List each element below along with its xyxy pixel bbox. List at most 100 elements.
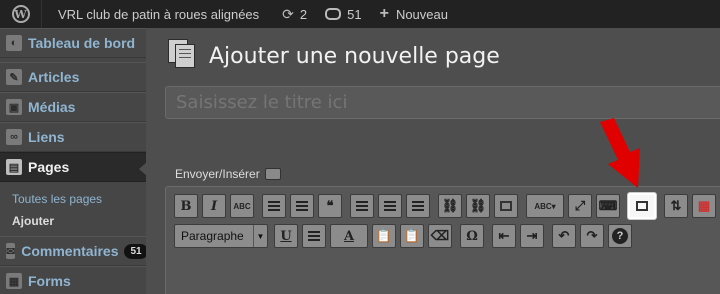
content-editor[interactable]: B I ABC ❝ ⛓ ⛓ ABC▾ ⤢ ⌨ ⇅ ▦ Paragraphe ▼ … <box>165 186 720 294</box>
submenu-all-pages[interactable]: Toutes les pages <box>12 192 102 206</box>
sidebar-item-label: Forms <box>28 273 71 289</box>
chain-link-icon: ⛓ <box>441 198 459 213</box>
arrows-icon: ⇅ <box>670 198 682 213</box>
spellcheck-button[interactable]: ABC▾ <box>526 194 564 218</box>
media-icon: ▣ <box>6 99 22 115</box>
color-grid-icon: ▦ <box>697 198 711 213</box>
paste-text-button[interactable]: 📋 <box>372 224 396 248</box>
help-button[interactable]: ? <box>608 224 632 248</box>
comments-icon: ✉ <box>6 243 16 259</box>
eraser-icon: ⌫ <box>430 228 450 243</box>
new-label: Nouveau <box>395 6 448 22</box>
move-up-button[interactable]: ⇅ <box>664 194 688 218</box>
dashboard-icon: ◐ <box>6 35 22 51</box>
page: W VRL club de patin à roues alignées ⟳ 2… <box>0 0 720 294</box>
updates-count: 2 <box>299 6 308 22</box>
blockquote-button[interactable]: ❝ <box>318 194 342 218</box>
text-color-button[interactable]: A <box>330 224 368 248</box>
sidebar-item-forms[interactable]: ▦ Forms <box>0 266 146 294</box>
admin-bar: W VRL club de patin à roues alignées ⟳ 2… <box>0 0 720 28</box>
numbered-list-icon <box>296 201 308 211</box>
undo-button[interactable]: ↶ <box>552 224 576 248</box>
italic-button[interactable]: I <box>202 194 226 218</box>
site-name-link[interactable]: VRL club de patin à roues alignées <box>42 0 273 28</box>
more-tag-icon <box>500 201 512 211</box>
site-name: VRL club de patin à roues alignées <box>58 6 260 22</box>
bold-button[interactable]: B <box>174 194 198 218</box>
align-left-button[interactable] <box>350 194 374 218</box>
format-select[interactable]: Paragraphe ▼ <box>174 224 268 248</box>
comments-button[interactable]: 51 <box>316 0 370 28</box>
keyboard-icon: ⌨ <box>598 198 618 213</box>
quote-icon: ❝ <box>326 198 334 214</box>
undo-icon: ↶ <box>558 228 570 243</box>
media-upload-icon[interactable] <box>264 168 281 180</box>
kitchen-sink-button[interactable]: ⌨ <box>596 194 620 218</box>
fullscreen-icon: ⤢ <box>574 198 586 213</box>
link-icon: ∞ <box>6 129 22 145</box>
insert-page-break-button[interactable] <box>628 193 656 219</box>
sidebar-item-label: Articles <box>28 69 80 85</box>
align-right-icon <box>412 201 424 211</box>
pages-icon: ▤ <box>6 159 22 175</box>
outdent-icon: ⇤ <box>498 228 510 243</box>
new-content-button[interactable]: + Nouveau <box>371 0 457 28</box>
align-left-icon <box>356 201 368 211</box>
align-center-button[interactable] <box>378 194 402 218</box>
comments-count-badge: 51 <box>124 243 148 259</box>
red-annotation-arrow-icon <box>600 118 640 188</box>
more-tag-button[interactable] <box>494 194 518 218</box>
sidebar-item-dashboard[interactable]: ◐ Tableau de bord <box>0 28 146 58</box>
unordered-list-button[interactable] <box>262 194 286 218</box>
align-right-button[interactable] <box>406 194 430 218</box>
forms-icon: ▦ <box>6 273 22 289</box>
upload-insert[interactable]: Envoyer/Insérer <box>175 167 281 181</box>
clipboard-icon: 📋 <box>375 228 393 243</box>
wordpress-icon: W <box>11 5 30 23</box>
spellcheck-icon: ABC▾ <box>534 201 556 211</box>
redo-button[interactable]: ↷ <box>580 224 604 248</box>
sidebar-item-label: Tableau de bord <box>28 35 136 51</box>
outdent-button[interactable]: ⇤ <box>492 224 516 248</box>
format-select-value: Paragraphe <box>181 229 244 243</box>
fullscreen-button[interactable]: ⤢ <box>568 194 592 218</box>
clipboard-word-icon: 📋 <box>403 228 421 243</box>
underline-button[interactable]: U <box>274 224 298 248</box>
submenu-add-page[interactable]: Ajouter <box>12 214 54 228</box>
sidebar-item-links[interactable]: ∞ Liens <box>0 122 146 152</box>
page-title: Ajouter une nouvelle page <box>209 44 500 69</box>
page-header-icon <box>168 39 196 69</box>
list-icon <box>268 201 280 211</box>
chevron-down-icon: ▼ <box>253 225 267 247</box>
updates-button[interactable]: ⟳ 2 <box>273 0 316 28</box>
unlink-button[interactable]: ⛓ <box>466 194 490 218</box>
clear-format-button[interactable]: ⌫ <box>428 224 452 248</box>
redo-icon: ↷ <box>586 228 598 243</box>
insert-link-button[interactable]: ⛓ <box>438 194 462 218</box>
sidebar-item-media[interactable]: ▣ Médias <box>0 92 146 122</box>
sidebar-item-comments[interactable]: ✉ Commentaires 51 <box>0 236 148 266</box>
comment-bubble-icon <box>325 8 342 20</box>
align-center-icon <box>384 201 396 211</box>
sidebar-item-label: Liens <box>28 129 65 145</box>
justify-button[interactable] <box>302 224 326 248</box>
paste-word-button[interactable]: 📋 <box>400 224 424 248</box>
page-break-icon <box>636 201 648 211</box>
sidebar-item-label: Commentaires <box>21 243 119 259</box>
indent-button[interactable]: ⇥ <box>520 224 544 248</box>
pin-icon: ✎ <box>6 69 22 85</box>
admin-sidebar: ◐ Tableau de bord ✎ Articles ▣ Médias ∞ … <box>0 28 148 294</box>
strikethrough-button[interactable]: ABC <box>230 194 254 218</box>
color-apps-button[interactable]: ▦ <box>692 194 716 218</box>
ordered-list-button[interactable] <box>290 194 314 218</box>
wordpress-logo-button[interactable]: W <box>0 0 42 28</box>
title-input[interactable] <box>165 86 720 119</box>
upload-insert-label: Envoyer/Insérer <box>175 167 260 181</box>
justify-icon <box>308 231 320 241</box>
special-char-button[interactable]: Ω <box>460 224 484 248</box>
plus-icon: + <box>379 5 389 22</box>
help-icon: ? <box>612 228 628 244</box>
broken-link-icon: ⛓ <box>469 198 487 213</box>
sidebar-item-pages[interactable]: ▤ Pages <box>0 152 147 182</box>
sidebar-item-articles[interactable]: ✎ Articles <box>0 62 146 92</box>
